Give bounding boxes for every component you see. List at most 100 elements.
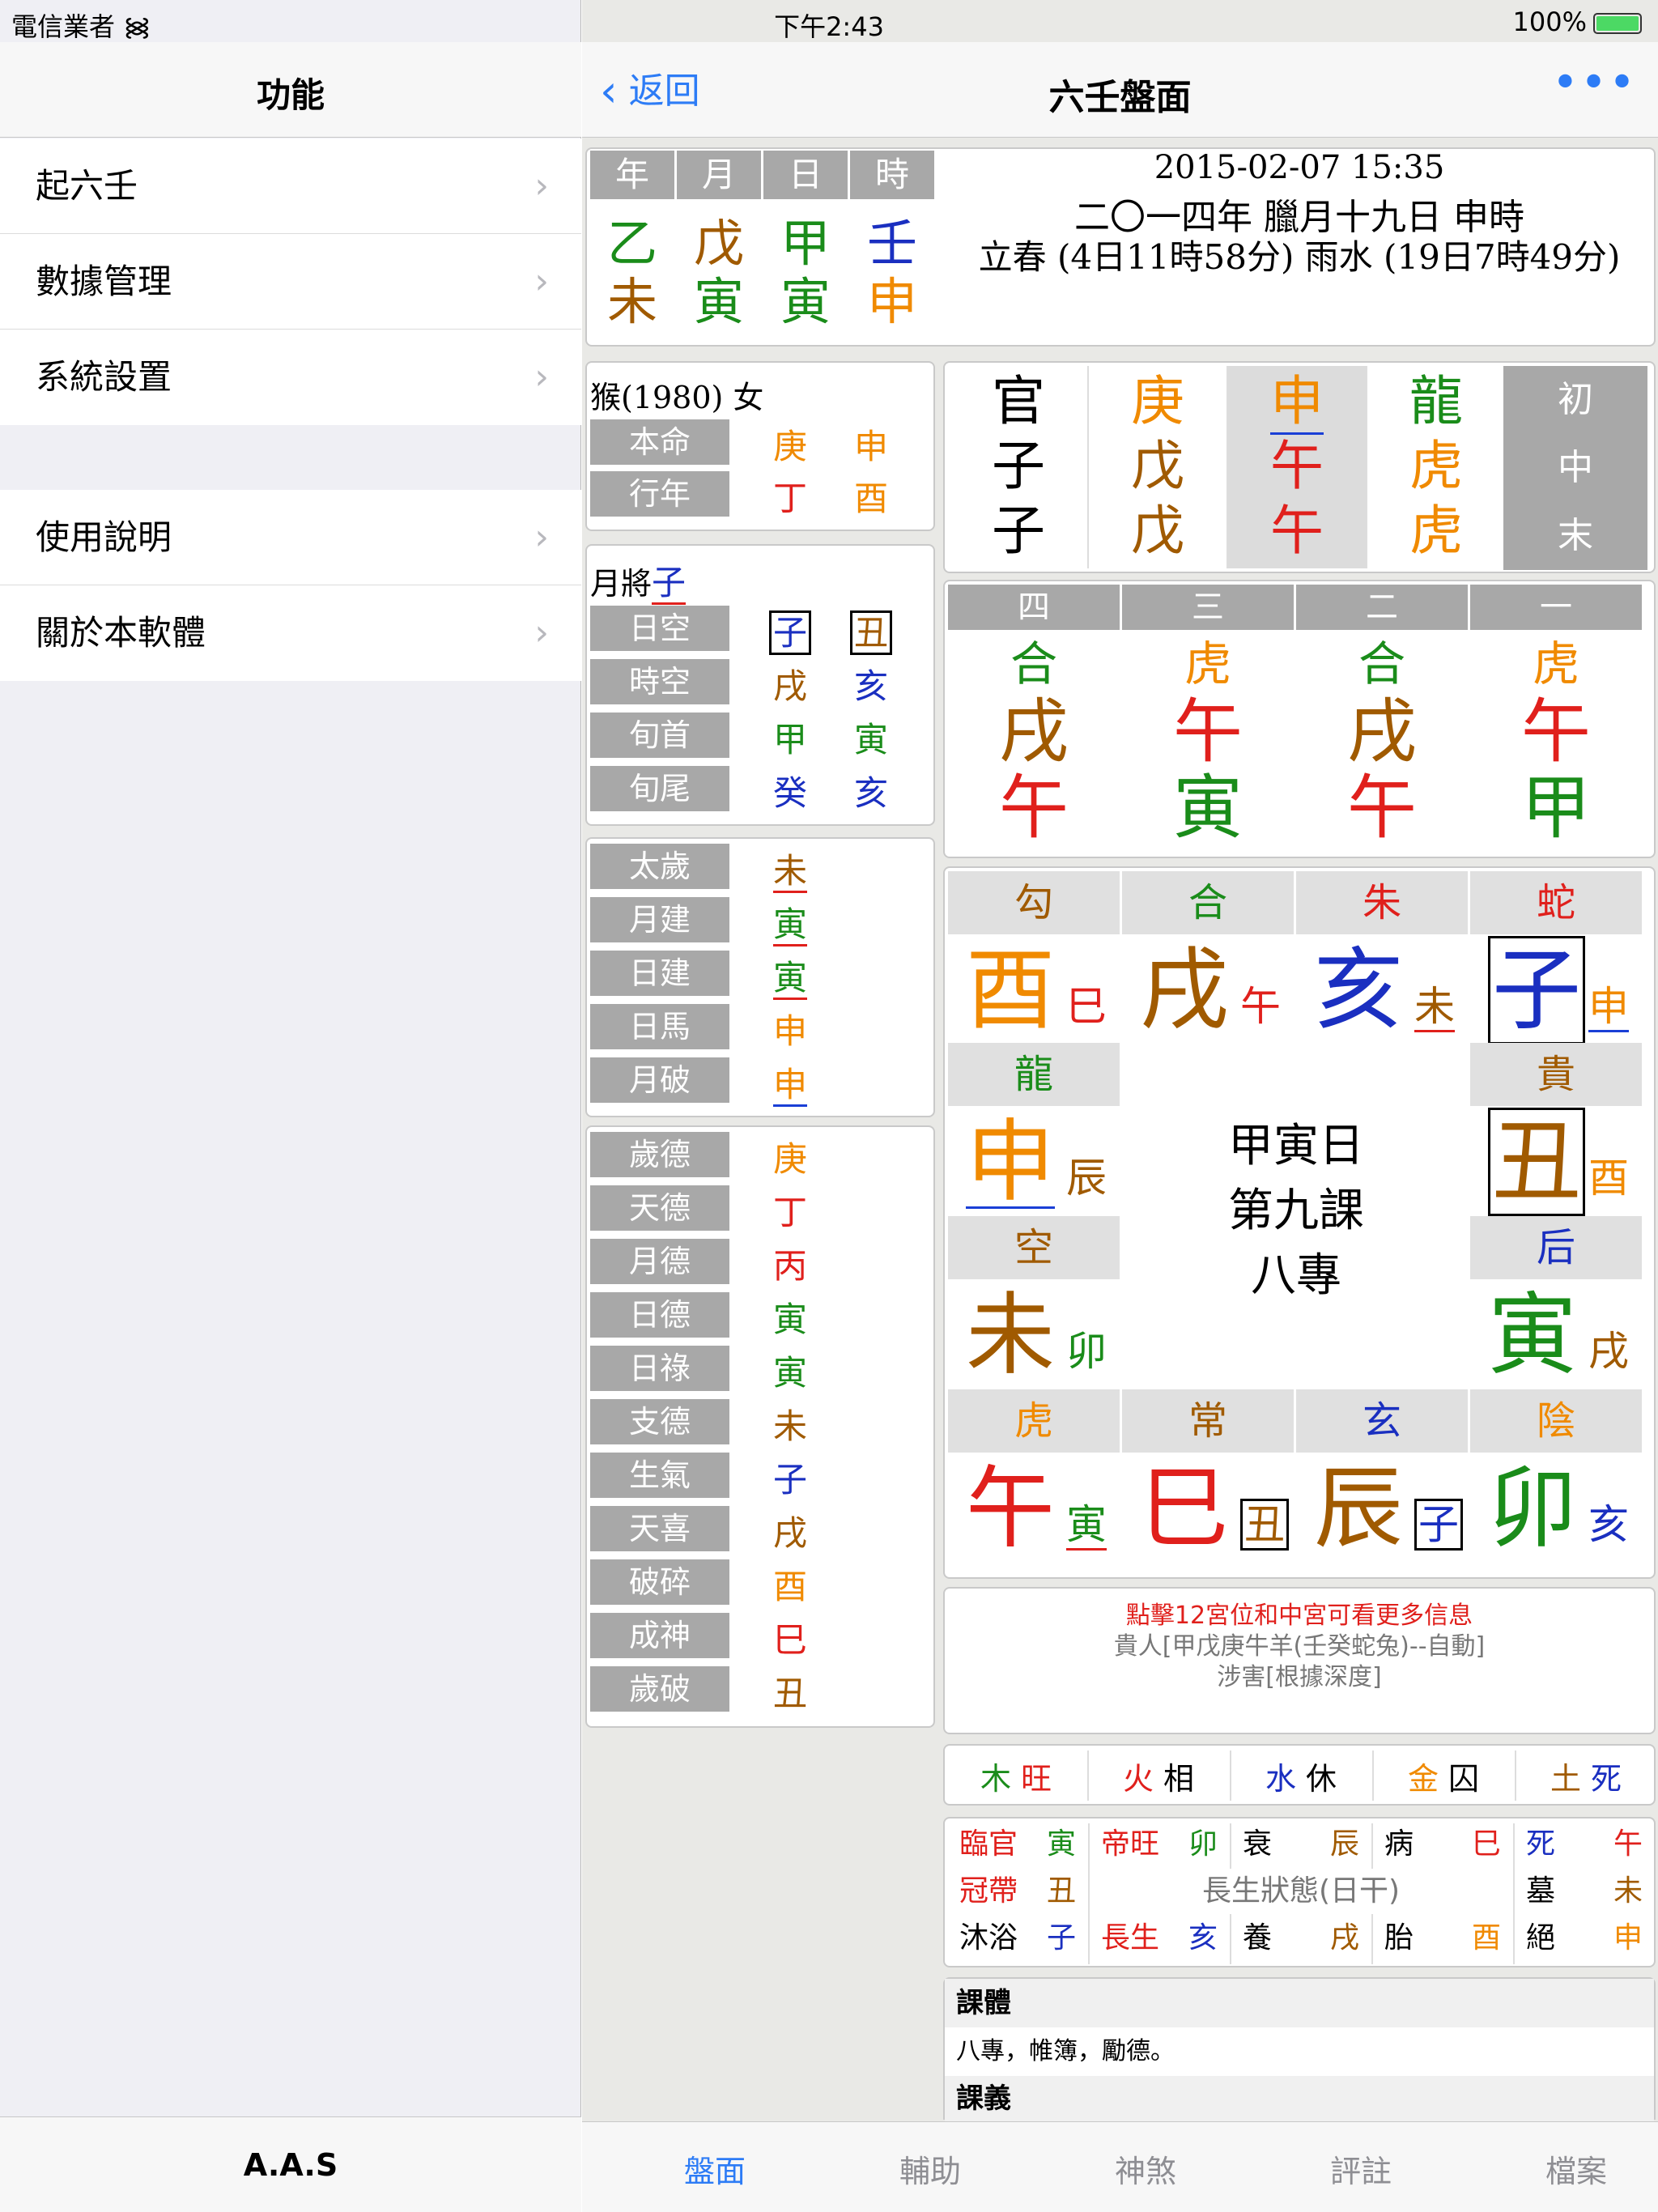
menu-row-label: 起六壬	[36, 166, 138, 206]
palace-sub-text: 未	[1414, 983, 1455, 1032]
shensha-label: 破碎	[590, 1559, 729, 1605]
taisui-label: 日馬	[590, 1004, 729, 1049]
tab-2[interactable]: 神煞	[1065, 2146, 1226, 2191]
palace-general: 后	[1470, 1216, 1642, 1279]
palace-sub-text: 巳	[1066, 983, 1107, 1030]
sanchuan-char: 午	[1270, 435, 1324, 497]
palace-sub-text: 亥	[1588, 1501, 1629, 1548]
wuxing-state: 相	[1163, 1761, 1195, 1797]
yuejiang-label: 月將	[590, 566, 653, 602]
solar-terms: 立春 (4日11時58分) 雨水 (19日7時49分)	[978, 237, 1621, 277]
changsheng-branch: 申	[1613, 1921, 1643, 1955]
palace-cell-top-2[interactable]: 朱亥未	[1296, 871, 1469, 1044]
yuejiang-row-label: 旬首	[590, 713, 729, 758]
palace-branch: 申	[966, 1117, 1055, 1209]
palace-branch-text: 亥	[1314, 938, 1403, 1042]
sike-header: 三	[1122, 585, 1294, 630]
shensha-value: 寅	[772, 1300, 807, 1339]
palace-cell-top-3[interactable]: 蛇子申	[1470, 871, 1643, 1044]
taisui-value-text: 寅	[772, 904, 807, 946]
changsheng-branch: 戌	[1329, 1921, 1359, 1955]
wuxing-state: 死	[1591, 1761, 1622, 1797]
palace-cell-bottom-0[interactable]: 虎午寅	[948, 1389, 1121, 1563]
yuejiang-v1-text: 甲	[772, 720, 807, 759]
wuxing-item: 金 囚	[1372, 1754, 1515, 1799]
palace-branch: 卯	[1488, 1464, 1577, 1553]
sanchuan-cell: 官	[950, 369, 1087, 434]
palace-cell-right-0[interactable]: 貴丑酉	[1470, 1043, 1643, 1216]
yuejiang-row-label: 旬尾	[590, 766, 729, 811]
tab-4[interactable]: 檔案	[1495, 2146, 1657, 2191]
changsheng-branch: 巳	[1471, 1827, 1501, 1861]
palace-cell-bottom-1[interactable]: 常巳丑	[1122, 1389, 1295, 1563]
palace-branch-text: 巳	[1140, 1457, 1229, 1560]
tab-3[interactable]: 評註	[1280, 2146, 1442, 2191]
shensha-value: 丑	[772, 1674, 807, 1713]
changsheng-branch: 酉	[1471, 1921, 1501, 1955]
chevron-right-icon: ›	[534, 517, 549, 558]
palace-cell-right-1[interactable]: 后寅戌	[1470, 1216, 1643, 1389]
changsheng-branch: 丑	[1046, 1874, 1076, 1908]
changsheng-r3-3: 胎酉	[1373, 1916, 1512, 1961]
pillar-stem: 壬	[866, 214, 917, 273]
sanchuan-card[interactable]: 官子子庚戊戊申午午龍虎虎初中末	[943, 361, 1656, 573]
palace-cell-bottom-2[interactable]: 玄辰子	[1296, 1389, 1469, 1563]
changsheng-r3-2: 養戌	[1231, 1916, 1371, 1961]
menu-row-1[interactable]: 數據管理 ›	[0, 234, 581, 330]
palace-sub: 亥	[1588, 1504, 1629, 1545]
status-bar: 電信業者 ᯼ 下午2:43 100%	[0, 0, 1658, 42]
sike-header: 二	[1296, 585, 1468, 630]
changsheng-stage: 死	[1526, 1827, 1556, 1861]
palace-cell-bottom-3[interactable]: 陰卯亥	[1470, 1389, 1643, 1563]
yuejiang-row-label: 日空	[590, 606, 729, 651]
shensha-value: 巳	[772, 1620, 807, 1660]
palace-branch: 子	[1488, 936, 1585, 1044]
sanchuan-cell: 申	[1228, 369, 1366, 435]
sike-char: 戌	[1347, 691, 1417, 772]
palace-cell-top-0[interactable]: 勾酉巳	[948, 871, 1121, 1044]
sike-char: 戌	[999, 691, 1069, 772]
palace-branch-text: 丑	[1488, 1108, 1585, 1216]
wuxing-item: 土 死	[1515, 1754, 1657, 1799]
menu-row-0[interactable]: 起六壬 ›	[0, 138, 581, 234]
palace-general: 勾	[948, 871, 1120, 934]
keti-title2: 課義	[945, 2076, 1654, 2121]
menu-row-label: 使用說明	[36, 517, 172, 557]
yuejiang-v1: 戌	[762, 659, 818, 708]
changsheng-branch: 亥	[1188, 1921, 1218, 1955]
tab-0[interactable]: 盤面	[634, 2146, 796, 2191]
notes-line1: 貴人[甲戊庚牛羊(壬癸蛇兔)--自動]	[1113, 1632, 1486, 1661]
palace-cell-top-1[interactable]: 合戌午	[1122, 871, 1295, 1044]
yuejiang-v2-text: 亥	[853, 773, 888, 813]
changsheng-branch: 辰	[1329, 1827, 1359, 1861]
sike-char: 午	[999, 768, 1069, 849]
menu-row-label: 系統設置	[36, 357, 172, 397]
wuxing-element: 金	[1407, 1761, 1439, 1797]
yuejiang-v2: 丑	[843, 606, 899, 655]
sanchuan-cell: 子	[950, 499, 1087, 564]
palace-card: 勾酉巳合戌午朱亥未蛇子申龍申辰空未卯 貴丑酉后寅戌虎午寅常巳丑玄辰子陰卯亥甲寅日第…	[943, 866, 1656, 1579]
lunar-date: 二〇一四年 臘月十九日 申時	[1074, 197, 1524, 238]
pillar-branch: 申	[866, 272, 917, 331]
palace-general: 虎	[948, 1389, 1120, 1453]
more-options-icon[interactable]: •••	[1552, 57, 1637, 109]
sike-char: 午	[1173, 691, 1243, 772]
menu-row-1[interactable]: 關於本軟體 ›	[0, 585, 581, 681]
tab-1[interactable]: 輔助	[849, 2146, 1011, 2191]
palace-center[interactable]: 甲寅日 第九課 八專	[1123, 1043, 1469, 1389]
person-header: 猴(1980) 女	[590, 380, 764, 415]
shensha-label: 天德	[590, 1185, 729, 1231]
sanchuan-cell: 虎	[1367, 499, 1505, 564]
palace-general: 龍	[948, 1043, 1120, 1106]
person-stem: 庚	[772, 427, 807, 466]
palace-sub: 子	[1414, 1499, 1463, 1551]
palace-branch-text: 未	[966, 1283, 1055, 1387]
changsheng-stage: 冠帶	[959, 1874, 1018, 1908]
sike-card[interactable]: 四合戌午三虎午寅二合戌午一虎午甲	[943, 580, 1656, 858]
wuxing-state: 休	[1306, 1761, 1337, 1797]
palace-cell-left-0[interactable]: 龍申辰	[948, 1043, 1121, 1216]
menu-row-0[interactable]: 使用說明 ›	[0, 490, 581, 585]
menu-row-2[interactable]: 系統設置 ›	[0, 330, 581, 425]
palace-general: 貴	[1470, 1043, 1642, 1106]
palace-cell-left-1[interactable]: 空未卯	[948, 1216, 1121, 1389]
